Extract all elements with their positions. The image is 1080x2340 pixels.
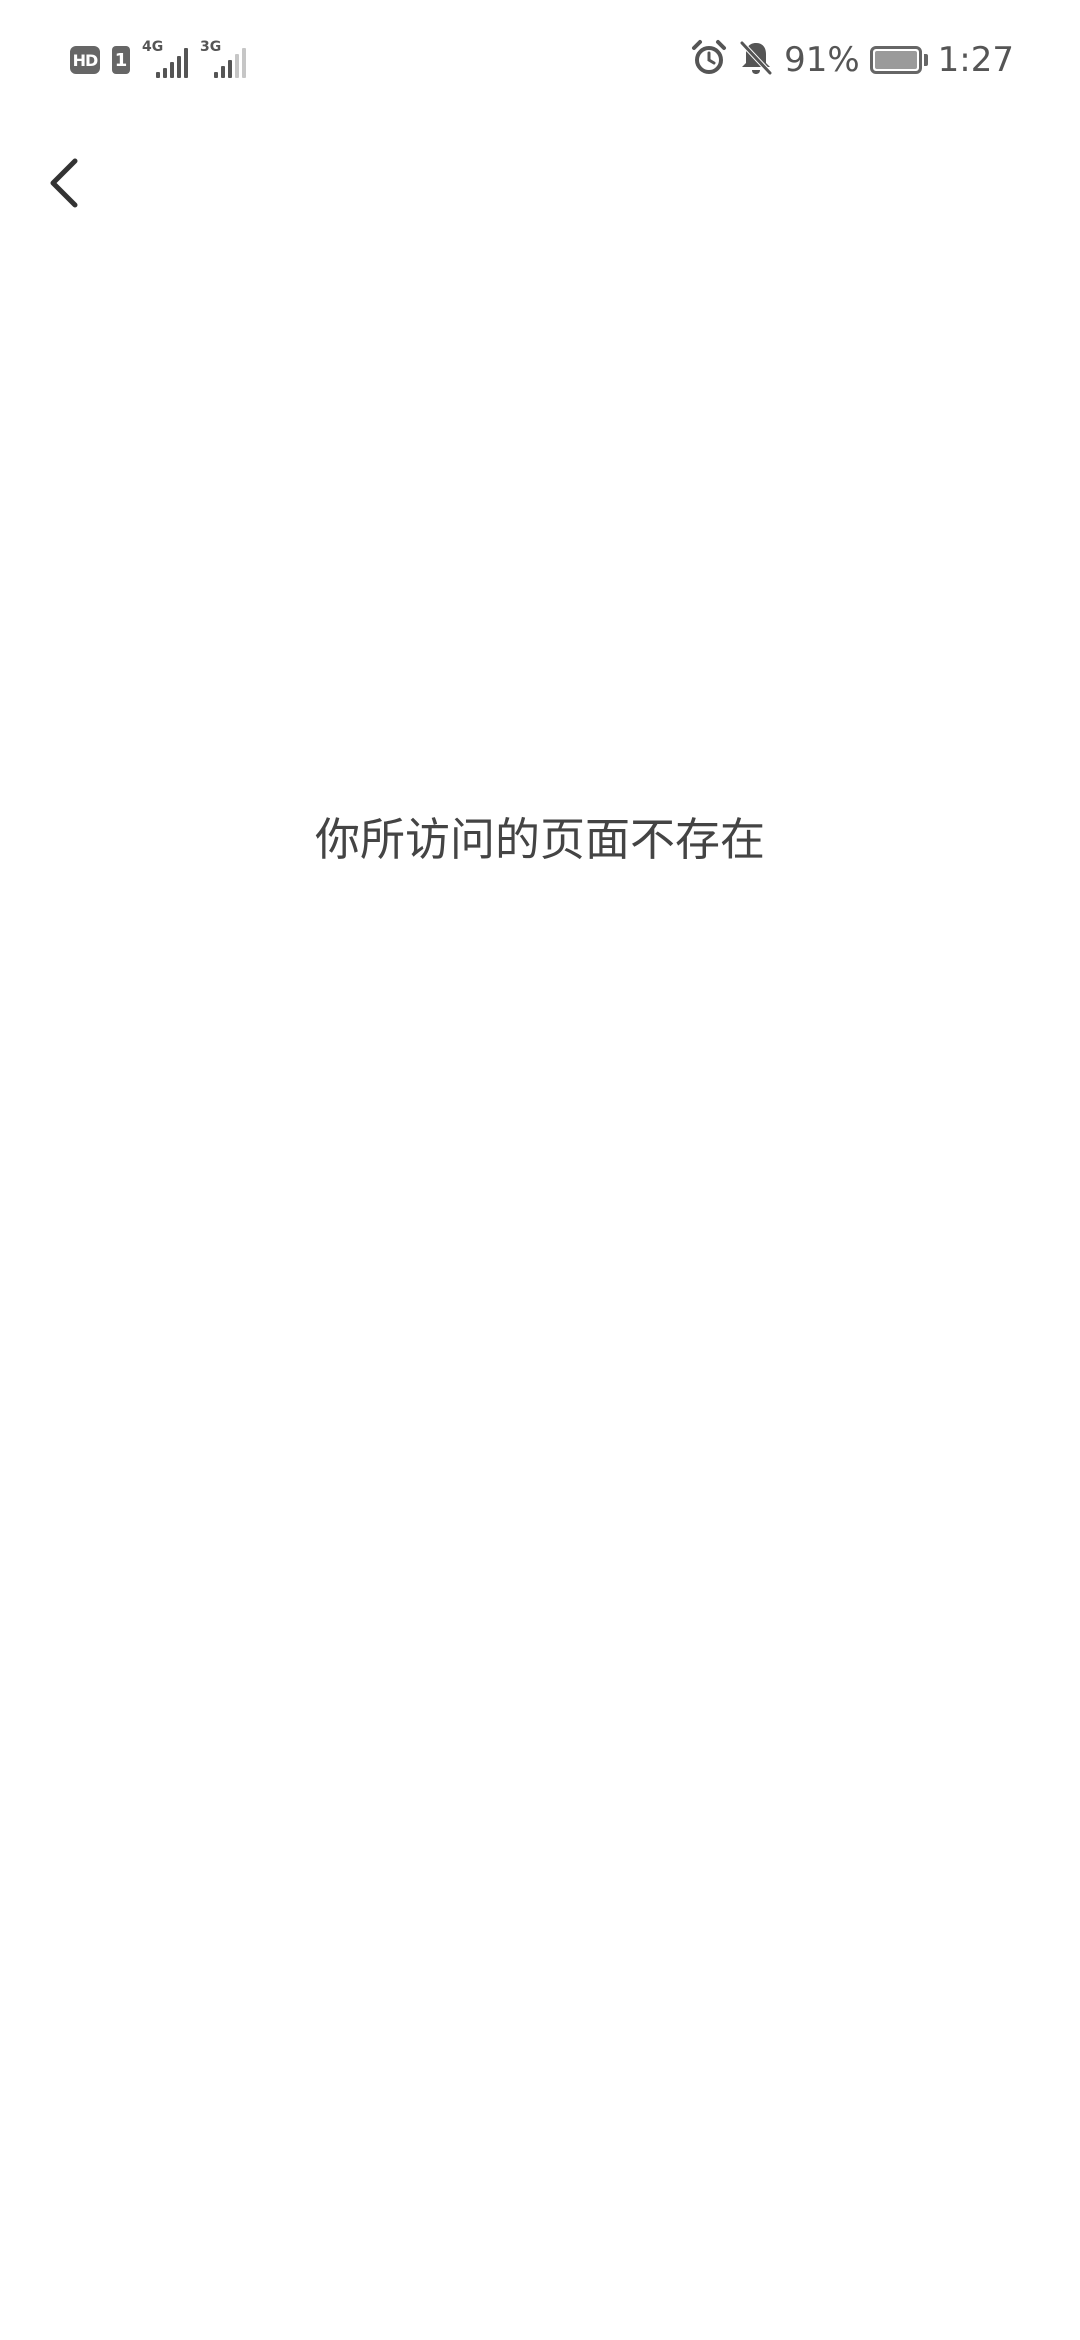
- sim-slot-badge: 1: [112, 46, 130, 74]
- signal-group-2: 3G: [200, 39, 246, 78]
- status-right: 91% 1:27: [690, 36, 1014, 84]
- signal-group-1: 4G: [142, 39, 188, 78]
- network-type-1: 4G: [142, 39, 164, 55]
- network-type-2: 3G: [200, 39, 222, 55]
- back-button[interactable]: [30, 140, 100, 230]
- clock-time: 1:27: [937, 40, 1014, 80]
- battery-percent: 91%: [784, 40, 860, 80]
- bell-muted-icon: [738, 39, 774, 81]
- chevron-left-icon: [45, 153, 85, 217]
- status-bar: HD 1 4G 3G 91% 1:27: [0, 0, 1080, 120]
- status-left: HD 1 4G 3G: [70, 40, 246, 80]
- alarm-icon: [690, 39, 728, 81]
- battery-charging-icon: [869, 46, 928, 74]
- page-not-found-message: 你所访问的页面不存在: [314, 813, 765, 866]
- hd-badge: HD: [70, 46, 100, 74]
